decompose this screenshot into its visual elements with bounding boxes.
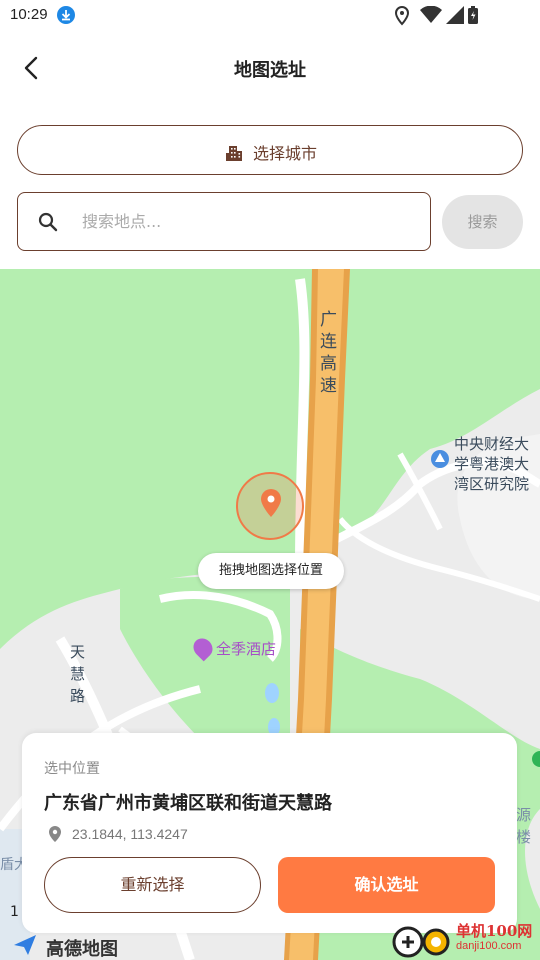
select-city-content: 选择城市 — [18, 140, 524, 164]
amap-logo: 高德地图 — [46, 939, 118, 960]
status-bar: 10:29 — [0, 0, 540, 32]
search-box[interactable] — [17, 192, 431, 251]
navigation-arrow-icon — [14, 935, 36, 955]
watermark: 单机100网 danji100.com — [392, 918, 540, 960]
hotel-label: 全季酒店 — [216, 640, 277, 658]
location-icon — [394, 6, 410, 26]
search-button[interactable]: 搜索 — [442, 195, 523, 249]
building-icon — [225, 146, 242, 161]
coordinates: 23.1844, 113.4247 — [72, 826, 188, 842]
location-icon — [49, 826, 61, 842]
poi-university-label: 中央财经大学粤港澳大湾区研究院 — [454, 435, 530, 493]
drag-tip: 拖拽地图选择位置 — [198, 553, 344, 589]
scale-number: 1 — [10, 904, 19, 920]
download-icon — [57, 6, 75, 24]
wifi-icon — [420, 6, 442, 23]
reselect-button[interactable]: 重新选择 — [44, 857, 261, 913]
edge-label-right: 源楼 — [516, 806, 532, 846]
location-card: 选中位置 广东省广州市黄埔区联和街道天慧路 23.1844, 113.4247 … — [22, 733, 517, 933]
status-time: 10:29 — [10, 6, 48, 23]
card-caption: 选中位置 — [44, 761, 100, 777]
watermark-sub: danji100.com — [456, 940, 522, 952]
map-pin-icon — [261, 489, 281, 517]
highway-label: 广连高速 — [320, 310, 337, 396]
signal-icon — [446, 6, 464, 24]
selected-address: 广东省广州市黄埔区联和街道天慧路 — [44, 793, 332, 814]
road-tianhui-label: 天慧路 — [70, 643, 86, 705]
select-city-label: 选择城市 — [252, 144, 317, 163]
watermark-title: 单机100网 — [456, 922, 533, 940]
search-input[interactable] — [82, 207, 402, 235]
battery-icon — [468, 6, 478, 24]
search-icon — [38, 212, 58, 232]
confirm-location-button[interactable]: 确认选址 — [278, 857, 495, 913]
location-pin[interactable] — [236, 472, 304, 540]
app-header: 地图选址 — [0, 40, 540, 96]
select-city-button[interactable]: 选择城市 — [17, 125, 523, 175]
page-title: 地图选址 — [234, 60, 306, 81]
watermark-logo-icon — [392, 926, 450, 958]
